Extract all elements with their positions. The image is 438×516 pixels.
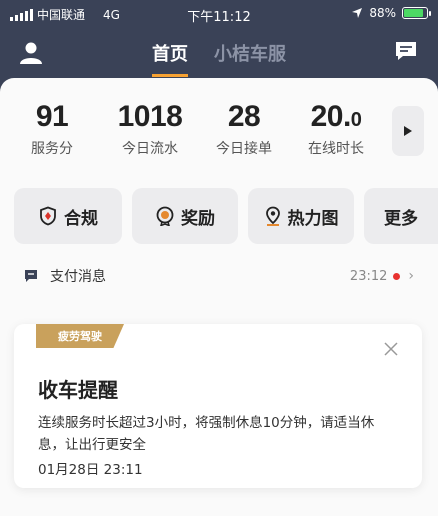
reward-medal-icon (156, 206, 174, 226)
nav-row: 首页 小桔车服 (0, 28, 438, 84)
compliance-button[interactable]: 合规 (14, 188, 122, 244)
stat-value-main: 20. (310, 100, 352, 133)
more-label: 更多 (384, 208, 418, 229)
battery-icon (402, 7, 431, 19)
stat-online-hours[interactable]: 20.0 在线时长 (296, 100, 376, 158)
status-bar: 中国联通 4G 下午11:12 88% (0, 0, 438, 28)
stat-value-decimal: 0 (350, 109, 362, 131)
stat-value: 91 (35, 100, 69, 133)
stat-today-revenue[interactable]: 1018 今日流水 (102, 100, 198, 158)
chevron-right-icon: › (408, 268, 414, 284)
stat-label: 今日流水 (122, 141, 178, 157)
map-pin-icon (265, 206, 280, 226)
alert-title: 收车提醒 (38, 378, 118, 402)
play-arrow-icon (404, 126, 412, 136)
quick-actions: 合规 奖励 热力图 更多 (14, 188, 438, 244)
tab-home[interactable]: 首页 (152, 40, 188, 77)
alert-body: 连续服务时长超过3小时，将强制休息10分钟，请适当休息，让出行更安全 (38, 415, 375, 453)
stat-label: 在线时长 (308, 141, 364, 157)
more-button[interactable]: 更多 (364, 188, 438, 244)
message-icon[interactable] (394, 40, 418, 62)
main-panel: 91 服务分 1018 今日流水 28 今日接单 20.0 在线时长 合规 奖励… (0, 78, 438, 516)
heatmap-label: 热力图 (287, 208, 339, 229)
close-icon[interactable] (384, 342, 398, 356)
notice-time: 23:12 (349, 268, 388, 284)
stat-value: 1018 (117, 100, 183, 133)
heatmap-button[interactable]: 热力图 (248, 188, 354, 244)
shield-icon (40, 206, 56, 226)
alert-date: 01月28日 23:11 (38, 462, 143, 478)
rest-reminder-card: 疲劳驾驶 收车提醒 连续服务时长超过3小时，将强制休息10分钟，请适当休息，让出… (14, 324, 422, 488)
reward-button[interactable]: 奖励 (132, 188, 238, 244)
chat-bubble-icon (25, 270, 37, 282)
stat-today-orders[interactable]: 28 今日接单 (206, 100, 282, 158)
stats-row: 91 服务分 1018 今日流水 28 今日接单 20.0 在线时长 (14, 100, 424, 166)
stat-label: 今日接单 (216, 141, 272, 157)
notice-title: 支付消息 (50, 269, 106, 285)
location-arrow-icon (352, 8, 363, 18)
compliance-label: 合规 (64, 208, 98, 229)
stat-value: 20.0 (296, 100, 376, 134)
tab-bar: 首页 小桔车服 (0, 40, 438, 77)
stat-label: 服务分 (31, 141, 73, 157)
reward-label: 奖励 (181, 208, 215, 229)
fatigue-driving-tag: 疲劳驾驶 (36, 324, 124, 348)
stats-more-button[interactable] (392, 106, 424, 156)
unread-dot (393, 272, 401, 280)
battery-percent: 88% (369, 6, 396, 20)
stat-value: 28 (227, 100, 261, 133)
stat-service-score[interactable]: 91 服务分 (14, 100, 90, 158)
payment-message-row[interactable]: 支付消息 23:12 › (24, 264, 414, 288)
status-right: 88% (351, 6, 431, 20)
tab-car-service[interactable]: 小桔车服 (214, 40, 286, 77)
battery-level (404, 9, 424, 17)
